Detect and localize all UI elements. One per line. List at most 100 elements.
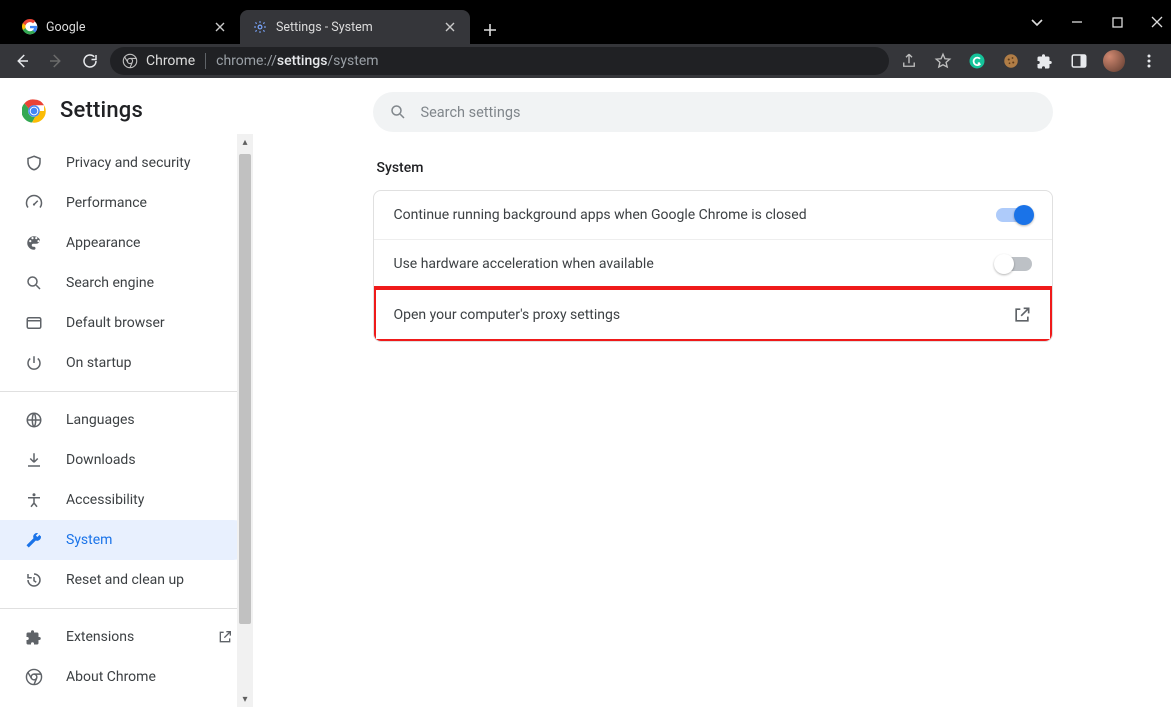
close-window-icon[interactable]	[1149, 14, 1165, 30]
sidebar-item-system[interactable]: System	[0, 520, 253, 560]
download-icon	[24, 450, 44, 470]
settings-main: System Continue running background apps …	[254, 78, 1171, 707]
sidebar-item-label: About Chrome	[66, 669, 156, 685]
chrome-outline-icon	[122, 53, 138, 69]
sidebar-item-label: On startup	[66, 355, 132, 371]
minimize-icon[interactable]	[1069, 14, 1085, 30]
grammarly-icon[interactable]	[967, 51, 987, 71]
kebab-menu-icon[interactable]	[1139, 51, 1159, 71]
close-icon[interactable]	[212, 19, 228, 35]
close-icon[interactable]	[442, 19, 458, 35]
settings-search-input[interactable]	[421, 104, 1037, 121]
globe-icon	[24, 410, 44, 430]
sidebar-item-languages[interactable]: Languages	[0, 400, 253, 440]
site-chip-label: Chrome	[146, 53, 195, 69]
tab-strip: Google Settings - System	[0, 0, 504, 44]
scroll-down-icon[interactable]: ▾	[237, 691, 253, 707]
sidebar-item-downloads[interactable]: Downloads	[0, 440, 253, 480]
profile-avatar[interactable]	[1103, 50, 1125, 72]
back-button[interactable]	[8, 47, 36, 75]
new-tab-button[interactable]	[476, 16, 504, 44]
settings-sidebar: Settings Privacy and security Performanc…	[0, 78, 254, 707]
sidebar-item-label: Search engine	[66, 275, 154, 291]
tab-settings[interactable]: Settings - System	[240, 10, 470, 44]
sidebar-item-label: Default browser	[66, 315, 165, 331]
row-background-apps[interactable]: Continue running background apps when Go…	[374, 191, 1052, 239]
address-bar[interactable]: Chrome chrome://settings/system	[110, 47, 889, 75]
palette-icon	[24, 233, 44, 253]
sidebar-item-accessibility[interactable]: Accessibility	[0, 480, 253, 520]
scroll-thumb[interactable]	[239, 154, 251, 624]
settings-search[interactable]	[373, 92, 1053, 132]
chrome-outline-icon	[24, 667, 44, 687]
tab-title: Settings - System	[276, 20, 434, 35]
system-card: Continue running background apps when Go…	[373, 190, 1053, 342]
separator	[205, 53, 206, 69]
row-label: Continue running background apps when Go…	[394, 207, 807, 223]
sidebar-item-label: Downloads	[66, 452, 136, 468]
sidepanel-icon[interactable]	[1069, 51, 1089, 71]
sidebar-scrollbar[interactable]: ▴ ▾	[237, 134, 253, 707]
sidebar-item-label: System	[66, 532, 112, 548]
extensions-icon[interactable]	[1035, 51, 1055, 71]
sidebar-item-label: Privacy and security	[66, 155, 190, 171]
row-hardware-accel[interactable]: Use hardware acceleration when available	[374, 239, 1052, 288]
external-link-icon	[217, 629, 233, 645]
restore-icon	[24, 570, 44, 590]
sidebar-item-on-startup[interactable]: On startup	[0, 343, 253, 383]
shield-icon	[24, 153, 44, 173]
sidebar-item-label: Performance	[66, 195, 147, 211]
sidebar-item-performance[interactable]: Performance	[0, 183, 253, 223]
accessibility-icon	[24, 490, 44, 510]
row-label: Use hardware acceleration when available	[394, 256, 654, 272]
browser-icon	[24, 313, 44, 333]
row-proxy-settings[interactable]: Open your computer's proxy settings	[374, 288, 1052, 341]
search-icon	[24, 273, 44, 293]
reload-button[interactable]	[76, 47, 104, 75]
gear-icon	[252, 19, 268, 35]
divider	[0, 391, 253, 392]
sidebar-item-about[interactable]: About Chrome	[0, 657, 253, 697]
section-title: System	[377, 160, 1053, 176]
star-icon[interactable]	[933, 51, 953, 71]
tab-google[interactable]: Google	[10, 10, 240, 44]
window-titlebar: Google Settings - System	[0, 0, 1171, 44]
toggle-background-apps[interactable]	[996, 208, 1032, 222]
wrench-icon	[24, 530, 44, 550]
maximize-icon[interactable]	[1109, 14, 1125, 30]
sidebar-item-extensions[interactable]: Extensions	[0, 617, 253, 657]
url-text: chrome://settings/system	[216, 53, 378, 69]
scroll-up-icon[interactable]: ▴	[237, 134, 253, 150]
settings-title: Settings	[60, 98, 143, 123]
divider	[0, 608, 253, 609]
power-icon	[24, 353, 44, 373]
external-link-icon	[1012, 305, 1032, 325]
puzzle-icon	[24, 627, 44, 647]
sidebar-item-reset[interactable]: Reset and clean up	[0, 560, 253, 600]
row-label: Open your computer's proxy settings	[394, 307, 621, 323]
sidebar-item-label: Appearance	[66, 235, 140, 251]
share-icon[interactable]	[899, 51, 919, 71]
window-controls	[1029, 0, 1171, 44]
chrome-logo-icon	[22, 99, 46, 123]
sidebar-item-label: Accessibility	[66, 492, 144, 508]
tab-title: Google	[46, 20, 204, 35]
site-chip: Chrome	[122, 53, 195, 69]
sidebar-item-appearance[interactable]: Appearance	[0, 223, 253, 263]
search-icon	[389, 103, 407, 121]
sidebar-item-label: Reset and clean up	[66, 572, 184, 588]
toggle-hardware-accel[interactable]	[996, 257, 1032, 271]
browser-toolbar: Chrome chrome://settings/system	[0, 44, 1171, 78]
toolbar-right	[895, 50, 1163, 72]
sidebar-item-label: Languages	[66, 412, 135, 428]
sidebar-item-privacy[interactable]: Privacy and security	[0, 143, 253, 183]
settings-header: Settings	[0, 78, 253, 139]
forward-button[interactable]	[42, 47, 70, 75]
sidebar-item-search-engine[interactable]: Search engine	[0, 263, 253, 303]
google-favicon	[22, 19, 38, 35]
settings-nav: Privacy and security Performance Appeara…	[0, 139, 253, 701]
sidebar-item-default-browser[interactable]: Default browser	[0, 303, 253, 343]
chevron-down-icon[interactable]	[1029, 14, 1045, 30]
sidebar-item-label: Extensions	[66, 629, 134, 645]
cookie-icon[interactable]	[1001, 51, 1021, 71]
